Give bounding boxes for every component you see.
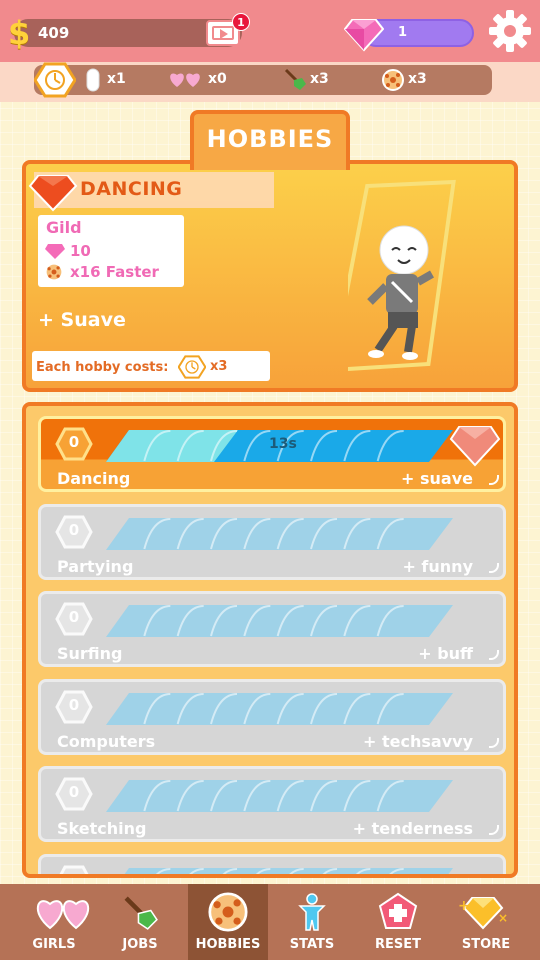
person-icon xyxy=(298,893,326,931)
nav-label: STATS xyxy=(289,937,335,952)
hobby-row[interactable]: 0 Computers + techsavvy xyxy=(38,678,506,755)
hobby-trait: + Suave xyxy=(38,309,126,331)
money-value: 409 xyxy=(38,24,70,42)
nav-hobbies[interactable]: HOBBIES xyxy=(188,884,268,960)
hobby-progress-bar xyxy=(106,780,453,812)
row-corner xyxy=(489,650,499,660)
gild-title: Gild xyxy=(46,218,82,237)
ball-icon xyxy=(45,263,63,281)
hobbies-title-tab: HOBBIES xyxy=(190,110,350,170)
hobby-name: Sketching xyxy=(57,819,147,838)
hobby-level: 0 xyxy=(68,520,80,539)
hobby-cost-label: Each hobby costs: xyxy=(36,360,169,375)
dancer-character xyxy=(348,179,456,373)
nav-label: JOBS xyxy=(122,937,158,952)
hobby-list[interactable]: 0 13s Dancing + suave 0 Partying + funny 0 Surfi… xyxy=(22,402,518,878)
nav-label: GIRLS xyxy=(32,937,76,952)
row-corner xyxy=(489,562,499,573)
hobby-progress-bar xyxy=(124,867,453,874)
nav-jobs[interactable]: JOBS xyxy=(100,884,180,960)
hobby-timer: 13s xyxy=(269,436,297,452)
ball-icon xyxy=(382,69,404,91)
gem-icon xyxy=(45,244,65,259)
hobby-row[interactable]: 0 xyxy=(38,853,506,875)
row-corner xyxy=(489,475,499,485)
gild-gem-cost: 10 xyxy=(70,242,91,260)
play-icon xyxy=(220,29,228,39)
nav-girls[interactable]: GIRLS xyxy=(14,884,94,960)
reset-icon xyxy=(378,892,418,929)
gild-gem-icon xyxy=(28,175,78,212)
hobby-row[interactable]: 0 Partying + funny xyxy=(38,503,506,580)
hobby-progress-bar xyxy=(106,692,453,725)
hobby-row[interactable]: 0 13s Dancing + suave xyxy=(38,416,506,492)
nav-store[interactable]: + × STORE xyxy=(446,884,526,960)
shovel-icon xyxy=(124,896,158,930)
capsule-icon xyxy=(86,68,100,92)
hobby-name: Computers xyxy=(57,731,156,751)
clock-hex-icon xyxy=(34,62,76,98)
hearts-icon xyxy=(37,900,89,930)
shovel-count: x3 xyxy=(310,71,329,87)
hearts-count: x0 xyxy=(208,71,227,87)
hobby-row[interactable]: 0 Sketching + tenderness xyxy=(38,766,506,842)
hobby-cost-value: x3 xyxy=(210,359,228,374)
hobby-level: 0 xyxy=(55,871,93,875)
svg-text:×: × xyxy=(498,911,508,925)
hobby-name: Dancing xyxy=(57,469,131,488)
hobby-progress-bar xyxy=(106,605,453,637)
hobby-level: 0 xyxy=(68,783,80,801)
shovel-icon xyxy=(284,68,306,90)
settings-gear-icon[interactable] xyxy=(487,8,533,54)
nav-stats[interactable]: STATS xyxy=(272,884,352,960)
hobby-title: DANCING xyxy=(80,178,183,200)
hobby-row[interactable]: 0 Surfing + buff xyxy=(38,591,506,667)
gem-icon: + × xyxy=(458,897,508,930)
hobby-level: 0 xyxy=(68,433,80,451)
notification-badge: 1 xyxy=(232,13,250,31)
gem-icon xyxy=(344,19,384,52)
nav-label: STORE xyxy=(461,937,511,952)
gem-value: 1 xyxy=(398,25,408,40)
ball-icon xyxy=(208,892,248,932)
hearts-icon xyxy=(170,73,200,87)
nav-label: HOBBIES xyxy=(195,937,261,952)
hobby-name: Surfing xyxy=(57,644,123,663)
clock-hex-icon xyxy=(178,355,206,379)
hobby-trait: + funny xyxy=(402,556,473,576)
gild-gem-button-icon[interactable] xyxy=(449,423,501,467)
hobby-progress-bar xyxy=(106,517,453,550)
capsule-count: x1 xyxy=(107,71,126,87)
row-corner xyxy=(489,825,499,835)
nav-reset[interactable]: RESET xyxy=(358,884,438,960)
nav-label: RESET xyxy=(374,937,421,952)
ball-count: x3 xyxy=(408,71,427,87)
svg-text:+: + xyxy=(458,898,470,914)
hobby-trait: + suave xyxy=(401,469,473,488)
hobby-level: 0 xyxy=(68,695,80,714)
hobby-name: Partying xyxy=(57,556,134,576)
dollar-icon: $ xyxy=(8,14,31,52)
gild-speed: x16 Faster xyxy=(70,263,159,281)
row-corner xyxy=(489,737,499,748)
hobby-trait: + techsavvy xyxy=(363,731,473,751)
hobby-level: 0 xyxy=(68,608,80,626)
hobby-trait: + buff xyxy=(418,644,473,663)
hobby-trait: + tenderness xyxy=(352,819,473,838)
